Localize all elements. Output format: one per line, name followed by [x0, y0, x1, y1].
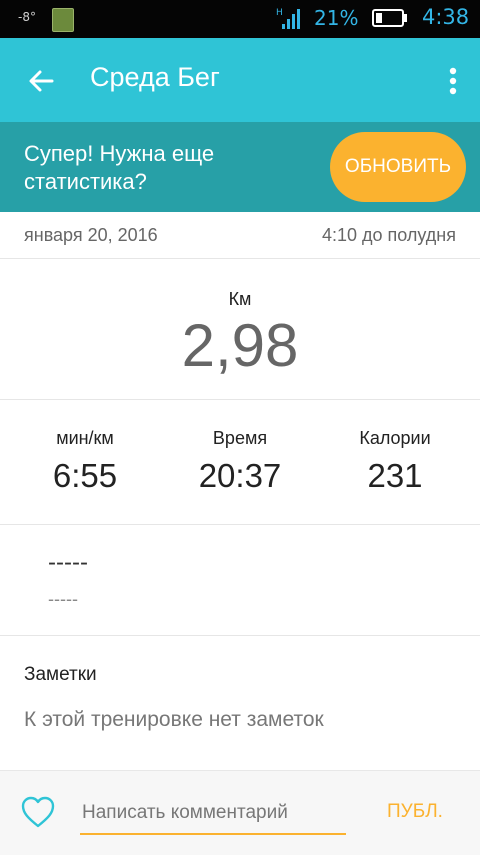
- stat-duration: Время 20:37: [165, 428, 315, 495]
- stat-value: 6:55: [52, 457, 118, 494]
- upgrade-button[interactable]: ОБНОВИТЬ: [330, 132, 466, 202]
- workout-date: января 20, 2016: [24, 225, 158, 245]
- battery-icon: [372, 9, 407, 27]
- comment-input[interactable]: [80, 793, 346, 835]
- status-bar: -8° H 21% 4:38: [0, 0, 480, 38]
- distance-unit: Км: [228, 289, 252, 309]
- more-vertical-icon: [449, 67, 457, 95]
- stat-label: Калории: [359, 428, 431, 448]
- stat-label: Время: [212, 428, 268, 448]
- notes-empty-text: К этой тренировке нет заметок: [24, 708, 324, 731]
- clock: 4:38: [422, 5, 470, 29]
- stats-row: мин/км 6:55 Время 20:37 Калории 231: [0, 400, 480, 525]
- network-type: H: [276, 8, 283, 18]
- overflow-menu-button[interactable]: [438, 58, 468, 104]
- battery-percent: 21%: [314, 6, 359, 30]
- upgrade-banner: Супер! Нужна еще статистика? ОБНОВИТЬ: [0, 122, 480, 212]
- heart-outline-icon[interactable]: [20, 795, 56, 829]
- stat-value: 231: [367, 457, 423, 494]
- notes-title: Заметки: [24, 664, 97, 685]
- temperature-indicator: -8°: [18, 10, 36, 24]
- extra-info-section: ----- -----: [0, 525, 480, 636]
- arrow-left-icon: [29, 70, 54, 92]
- back-button[interactable]: [18, 58, 64, 104]
- stat-value: 20:37: [198, 457, 282, 494]
- page-title: Среда Бег: [90, 62, 220, 92]
- app-bar: Среда Бег: [0, 38, 480, 122]
- comment-bar: ПУБЛ.: [0, 770, 480, 855]
- stat-label: мин/км: [56, 428, 114, 448]
- weather-app-icon: [52, 8, 74, 32]
- stat-pace: мин/км 6:55: [10, 428, 160, 495]
- workout-time: 4:10 до полудня: [321, 225, 456, 245]
- signal-icon: H: [276, 8, 300, 29]
- extra-info-primary: -----: [48, 549, 88, 576]
- notes-section: Заметки К этой тренировке нет заметок: [0, 636, 480, 770]
- workout-date-row: января 20, 2016 4:10 до полудня: [0, 212, 480, 259]
- upgrade-banner-text: Супер! Нужна еще статистика?: [24, 141, 215, 194]
- distance-value: 2,98: [181, 312, 299, 379]
- extra-info-secondary: -----: [48, 589, 78, 609]
- stat-calories: Калории 231: [320, 428, 470, 495]
- publish-button[interactable]: ПУБЛ.: [370, 801, 460, 823]
- distance-section: Км 2,98: [0, 259, 480, 400]
